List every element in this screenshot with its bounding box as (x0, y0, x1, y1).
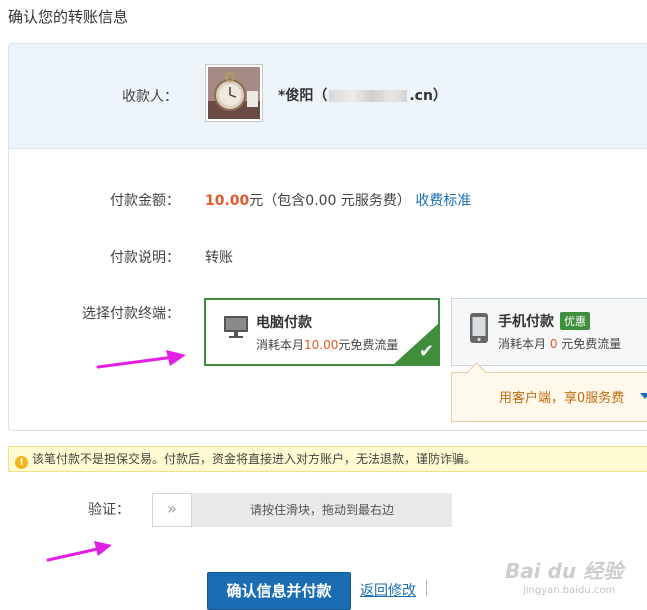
warning-icon: ! (15, 456, 28, 469)
verify-label: 验证： (88, 502, 130, 518)
amount-unit: 元 (249, 193, 264, 209)
payee-label: 收款人： (122, 89, 178, 105)
pc-payment-option[interactable]: 电脑付款 消耗本月10.00元免费流量 ✔ (204, 298, 440, 366)
slider-handle[interactable]: » (152, 493, 192, 527)
discount-badge: 优惠 (560, 312, 590, 330)
page-title: 确认您的转账信息 (8, 8, 129, 26)
annotation-arrow-icon (96, 350, 186, 369)
mobile-sub-suffix: 元免费流量 (557, 337, 622, 351)
pocket-watch-photo-icon (208, 67, 260, 119)
baidu-watermark: Bai du 经验 (505, 559, 624, 583)
checkmark-icon: ✔ (418, 341, 434, 362)
mobile-payment-title: 手机付款 优惠 (498, 311, 590, 331)
description-label: 付款说明： (110, 250, 180, 266)
mobile-payment-option[interactable]: 手机付款 优惠 消耗本月 0 元免费流量 (451, 298, 647, 366)
link-divider (426, 580, 427, 596)
payee-name-prefix: *俊阳（ (278, 88, 328, 104)
client-promo-tip[interactable]: 用客户端，享0服务费 (451, 362, 647, 422)
redacted-account (329, 90, 408, 102)
terminal-label: 选择付款终端： (82, 306, 180, 322)
monitor-icon (224, 316, 248, 338)
pc-sub-prefix: 消耗本月 (256, 338, 305, 352)
promo-text: 用客户端，享0服务费 (499, 391, 625, 406)
pc-payment-title: 电脑付款 (256, 315, 312, 331)
mobile-title-text: 手机付款 (498, 314, 554, 330)
slide-verify-hint: 请按住滑块，拖动到最右边 (249, 503, 394, 517)
fee-standard-link[interactable]: 收费标准 (415, 193, 471, 209)
phone-icon (470, 313, 488, 343)
pc-sub-value: 10.00 (304, 338, 339, 352)
payee-avatar (205, 64, 263, 122)
warning-bar: ! 该笔付款不是担保交易。付款后，资金将直接进入对方账户，无法退款，谨防诈骗。 (8, 446, 647, 472)
pc-sub-suffix: 元免费流量 (338, 338, 399, 352)
fee-note: （包含0.00 元服务费） (263, 193, 411, 209)
payee-name-suffix: .cn） (409, 88, 447, 104)
payee-name: *俊阳（ .cn） (278, 85, 447, 105)
annotation-arrow-icon (46, 541, 112, 562)
baidu-watermark-url: jingyan.baidu.com (523, 585, 616, 596)
amount-label: 付款金额： (110, 193, 180, 209)
back-edit-link[interactable]: 返回修改 (360, 580, 416, 600)
description-value: 转账 (205, 250, 233, 266)
amount-value: 10.00 (205, 193, 250, 209)
caret-down-icon[interactable] (640, 393, 647, 399)
pc-payment-subtitle: 消耗本月10.00元免费流量 (256, 336, 398, 353)
mobile-sub-prefix: 消耗本月 (498, 337, 550, 351)
slide-verify-track[interactable]: 请按住滑块，拖动到最右边 » (152, 493, 452, 527)
mobile-payment-subtitle: 消耗本月 0 元免费流量 (498, 335, 621, 352)
confirm-pay-button[interactable]: 确认信息并付款 (207, 572, 351, 610)
double-chevron-icon: » (167, 499, 177, 518)
warning-text: 该笔付款不是担保交易。付款后，资金将直接进入对方账户，无法退款，谨防诈骗。 (32, 452, 477, 466)
amount-row: 10.00元（包含0.00 元服务费） 收费标准 (205, 190, 471, 210)
